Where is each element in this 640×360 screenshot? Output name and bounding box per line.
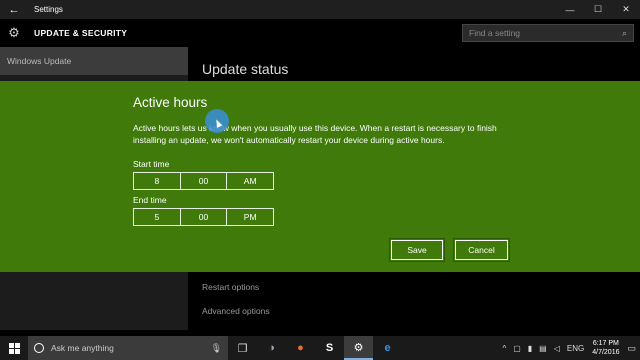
settings-icon[interactable]: ⚙ xyxy=(344,336,373,360)
title-bar: ← Settings — ☐ ✕ xyxy=(0,0,640,19)
windows-logo-icon xyxy=(8,342,20,354)
end-minute[interactable]: 00 xyxy=(179,209,227,225)
chevron-up-icon[interactable]: ^ xyxy=(502,344,506,353)
cortana-icon xyxy=(34,343,44,353)
dialog-title: Active hours xyxy=(133,95,208,110)
end-hour[interactable]: 5 xyxy=(134,209,180,225)
cancel-button[interactable]: Cancel xyxy=(453,238,510,262)
clock-date: 4/7/2016 xyxy=(592,349,620,356)
taskbar: Ask me anything 🎙 ❐ ◑ ● S ⚙ e ^ ▢ ▮ ▤ ◁ … xyxy=(0,336,640,360)
end-time-picker[interactable]: 5 00 PM xyxy=(133,208,274,226)
start-hour[interactable]: 8 xyxy=(134,173,180,189)
system-tray: ^ ▢ ▮ ▤ ◁ ENG 6:17 PM 4/7/2016 ▭ xyxy=(402,339,640,357)
end-period[interactable]: PM xyxy=(226,209,273,225)
skype-icon[interactable]: S xyxy=(315,336,344,360)
minimize-button[interactable]: — xyxy=(556,0,584,19)
action-center-icon[interactable]: ▭ xyxy=(627,343,636,354)
search-placeholder: Find a setting xyxy=(469,28,521,38)
restart-options-link[interactable]: Restart options xyxy=(202,282,259,292)
start-time-label: Start time xyxy=(133,159,170,169)
active-hours-dialog: Active hours Active hours lets us know w… xyxy=(0,81,640,272)
start-minute[interactable]: 00 xyxy=(179,173,227,189)
edge-icon[interactable]: e xyxy=(373,336,402,360)
dialog-description: Active hours lets us know when you usual… xyxy=(133,123,497,145)
language-indicator[interactable]: ENG xyxy=(567,344,584,353)
section-title: UPDATE & SECURITY xyxy=(34,28,128,38)
advanced-options-link[interactable]: Advanced options xyxy=(202,306,270,316)
task-view-icon[interactable]: ❐ xyxy=(228,336,257,360)
app-icon[interactable]: ◑ xyxy=(257,336,286,360)
notification-icon[interactable]: ▢ xyxy=(513,344,521,353)
end-time-label: End time xyxy=(133,195,167,205)
search-input[interactable]: Find a setting ⌕ xyxy=(462,24,634,42)
back-arrow-icon[interactable]: ← xyxy=(0,0,28,19)
start-button[interactable] xyxy=(0,336,28,360)
save-button[interactable]: Save xyxy=(389,238,445,262)
clock-time: 6:17 PM xyxy=(592,340,619,347)
settings-header: ⚙ UPDATE & SECURITY Find a setting ⌕ xyxy=(0,19,640,47)
page-title: Update status xyxy=(202,61,289,77)
window-title: Settings xyxy=(34,5,63,14)
firefox-icon[interactable]: ● xyxy=(286,336,315,360)
gear-icon: ⚙ xyxy=(8,25,20,40)
volume-icon[interactable]: ◁ xyxy=(554,344,560,353)
cortana-placeholder: Ask me anything xyxy=(51,343,114,353)
start-time-picker[interactable]: 8 00 AM xyxy=(133,172,274,190)
clock[interactable]: 6:17 PM 4/7/2016 xyxy=(592,339,619,357)
search-icon: ⌕ xyxy=(621,27,627,38)
cortana-search-box[interactable]: Ask me anything 🎙 xyxy=(28,336,228,360)
close-button[interactable]: ✕ xyxy=(612,0,640,19)
maximize-button[interactable]: ☐ xyxy=(584,0,612,19)
start-period[interactable]: AM xyxy=(226,173,273,189)
sidebar-item-windows-update[interactable]: Windows Update xyxy=(0,47,188,75)
microphone-icon[interactable]: 🎙 xyxy=(211,343,222,354)
battery-icon[interactable]: ▮ xyxy=(528,344,532,353)
network-icon[interactable]: ▤ xyxy=(539,344,547,353)
